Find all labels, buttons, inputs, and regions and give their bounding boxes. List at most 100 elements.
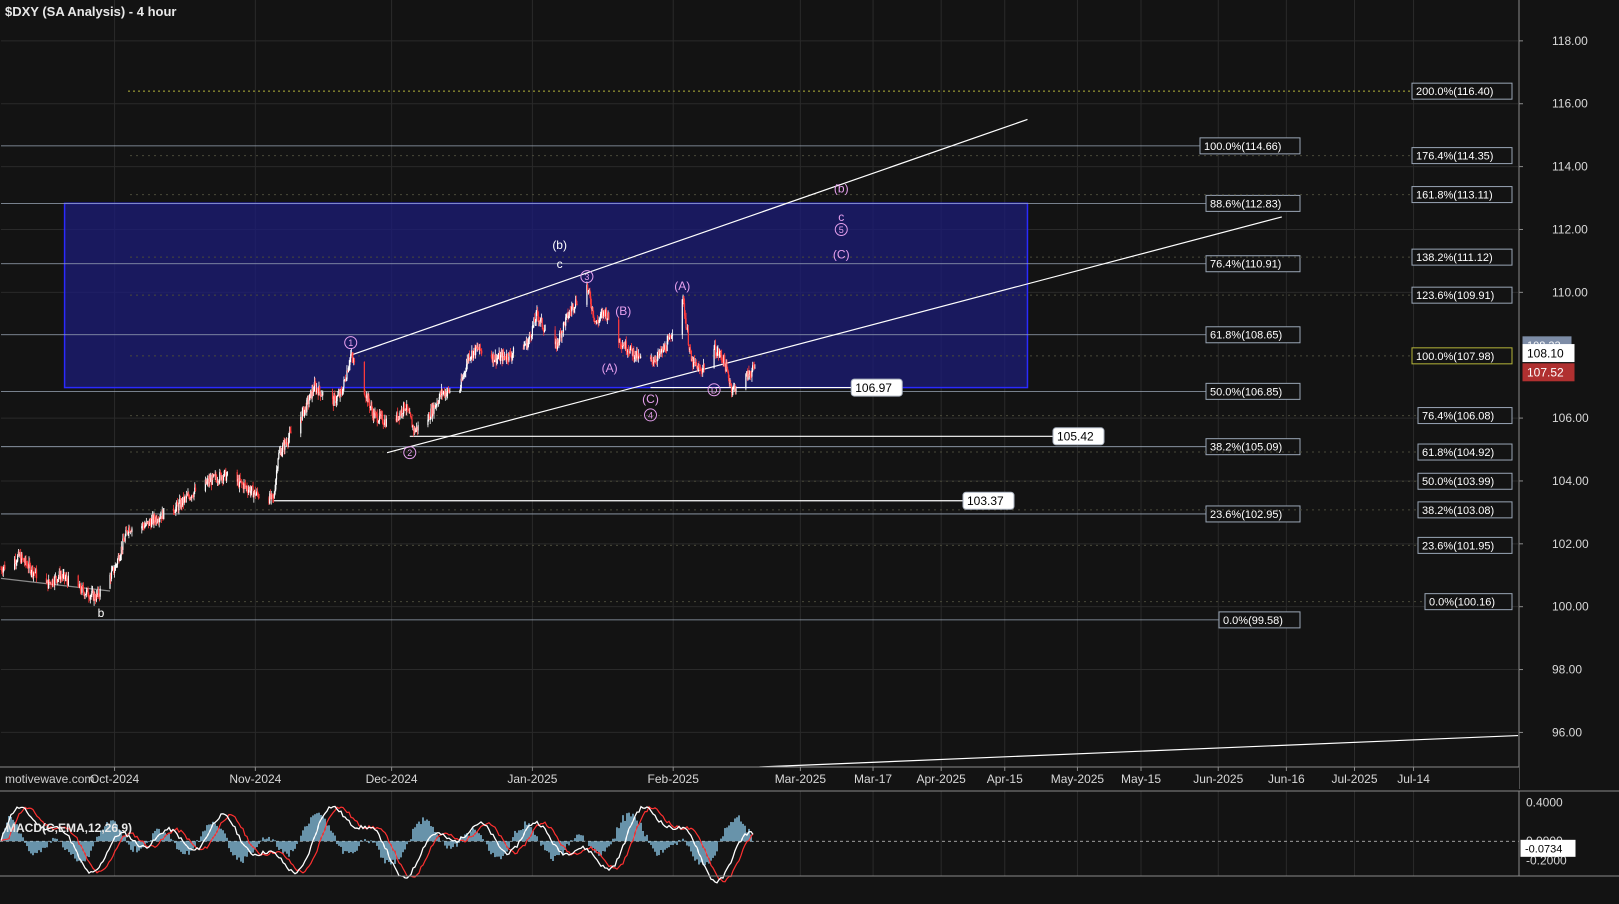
candle-body <box>110 570 113 579</box>
candle-body <box>125 529 127 536</box>
candle-body <box>131 528 133 532</box>
fib-right-label-11: 0.0%(100.16) <box>1429 597 1495 609</box>
time-tick-label-9: May-2025 <box>1051 772 1105 786</box>
candle-body <box>638 354 640 356</box>
support-label-1: 105.42 <box>1057 430 1094 444</box>
fib-left-label-4: 50.0%(106.85) <box>1210 386 1282 398</box>
price-tick-label-6: 104.00 <box>1552 474 1589 488</box>
candle-body <box>685 318 687 329</box>
candle-body <box>194 487 197 491</box>
candle-body <box>277 458 279 469</box>
candle-body <box>651 357 653 361</box>
time-tick-label-11: Jun-2025 <box>1193 772 1243 786</box>
fib-left-label-2: 76.4%(110.91) <box>1210 259 1281 271</box>
candle-body <box>593 317 596 322</box>
candle-body <box>687 329 689 345</box>
candle-body <box>116 559 119 565</box>
time-tick-label-7: Apr-2025 <box>916 772 966 786</box>
candle-body <box>630 345 633 350</box>
time-tick-label-4: Feb-2025 <box>648 772 700 786</box>
candle-body <box>163 508 165 520</box>
macd-value-label: -0.0734 <box>1525 843 1562 855</box>
wave-label-15: D <box>711 385 718 395</box>
price-tick-label-0: 118.00 <box>1552 34 1588 48</box>
price-tick-label-10: 96.00 <box>1552 725 1582 739</box>
watermark: motivewave.com <box>5 772 95 786</box>
fib-right-label-8: 50.0%(103.99) <box>1422 476 1494 488</box>
candle-body <box>353 360 356 362</box>
candle-body <box>559 332 561 342</box>
price-marker-label: 108.10 <box>1527 346 1564 360</box>
candle-body <box>409 412 412 417</box>
candle-body <box>124 535 126 542</box>
support-label-2: 103.37 <box>967 494 1004 508</box>
fib-left-label-3: 61.8%(108.65) <box>1210 330 1282 342</box>
candle-body <box>640 356 642 358</box>
candle-body <box>735 388 737 392</box>
wave-label-12: (B) <box>615 304 631 318</box>
price-tick-label-5: 106.00 <box>1552 411 1589 425</box>
candle-body <box>308 400 310 405</box>
candle-body <box>290 431 292 434</box>
fib-right-label-4: 123.6%(109.91) <box>1416 290 1494 302</box>
wave-label-9: c <box>838 210 844 224</box>
wave-label-10: (C) <box>833 248 850 262</box>
fib-right-label-10: 23.6%(101.95) <box>1422 540 1494 552</box>
wave-label-4: 4 <box>648 410 653 420</box>
candle-body <box>481 350 483 354</box>
fib-left-label-1: 88.6%(112.83) <box>1210 198 1281 210</box>
macd-tick-label-0: 0.4000 <box>1526 796 1563 810</box>
price-tick-label-1: 116.00 <box>1552 97 1588 111</box>
time-tick-label-12: Jun-16 <box>1268 772 1305 786</box>
price-tick-label-3: 112.00 <box>1552 222 1588 236</box>
price-axis-bg <box>1519 0 1619 904</box>
candle-body <box>55 576 57 580</box>
fib-left-label-7: 0.0%(99.58) <box>1223 615 1283 627</box>
fib-right-label-6: 76.4%(106.08) <box>1422 411 1494 423</box>
time-tick-label-3: Jan-2025 <box>507 772 557 786</box>
candle-body <box>336 396 338 402</box>
wave-label-8: (b) <box>834 182 849 196</box>
candle-body <box>322 391 324 396</box>
fib-right-label-5: 100.0%(107.98) <box>1416 351 1494 363</box>
fib-right-label-0: 200.0%(116.40) <box>1416 86 1493 98</box>
candle-body <box>281 445 284 452</box>
time-tick-label-10: May-15 <box>1121 772 1161 786</box>
wave-label-11: (A) <box>674 279 690 293</box>
candle-body <box>681 299 683 335</box>
candle-body <box>258 497 260 499</box>
time-tick-label-1: Nov-2024 <box>229 772 281 786</box>
fib-right-label-7: 61.8%(104.92) <box>1422 447 1494 459</box>
candle-body <box>35 569 38 579</box>
candle-body <box>319 386 321 392</box>
candle-body <box>278 452 280 459</box>
candle-body <box>696 364 698 366</box>
time-tick-label-6: Mar-17 <box>854 772 892 786</box>
fib-right-label-3: 138.2%(111.12) <box>1416 252 1493 264</box>
candle-body <box>605 310 608 320</box>
price-tick-label-9: 98.00 <box>1552 663 1582 677</box>
candle-body <box>512 347 515 354</box>
candle-body <box>449 391 451 393</box>
wave-label-1: 1 <box>348 338 353 348</box>
time-tick-label-8: Apr-15 <box>987 772 1023 786</box>
candle-body <box>226 471 228 476</box>
wave-label-0: b <box>98 606 105 620</box>
price-tick-label-7: 102.00 <box>1552 537 1589 551</box>
fib-right-label-2: 161.8%(113.11) <box>1416 190 1493 202</box>
fib-left-label-0: 100.0%(114.66) <box>1204 141 1281 153</box>
time-tick-label-14: Jul-14 <box>1397 772 1430 786</box>
wave-label-7: c <box>557 257 563 271</box>
candle-body <box>587 284 589 291</box>
time-tick-label-0: Oct-2024 <box>90 772 140 786</box>
fib-right-label-1: 176.4%(114.35) <box>1416 151 1493 163</box>
candle-body <box>703 364 705 368</box>
fib-right-label-9: 38.2%(103.08) <box>1422 505 1494 517</box>
wave-label-6: (b) <box>552 238 567 252</box>
price-tick-label-2: 114.00 <box>1552 160 1588 174</box>
wave-label-2: 2 <box>407 448 412 458</box>
macd-title: MACD(C,EMA,12,26,9) <box>6 821 133 835</box>
wave-label-14: (C) <box>642 392 659 406</box>
chart-canvas[interactable]: 100.0%(114.66) 88.6%(112.83) 76.4%(110.91)… <box>0 0 1619 904</box>
candle-body <box>385 418 387 427</box>
